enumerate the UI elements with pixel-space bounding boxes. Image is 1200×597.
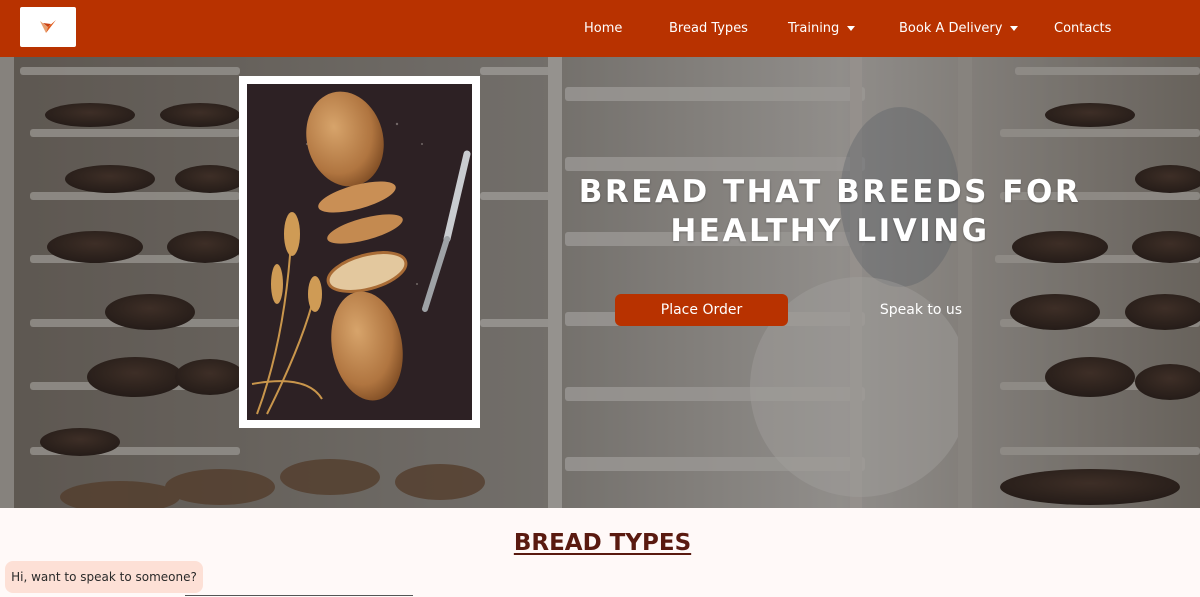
nav-item-training[interactable]: Training: [788, 0, 856, 57]
bread-types-heading: BREAD TYPES: [513, 530, 692, 556]
nav-item-book-a-delivery[interactable]: Book A Delivery: [899, 0, 1019, 57]
bread-photo-frame: [239, 76, 480, 428]
nav-item-home[interactable]: Home: [584, 0, 622, 57]
nav-item-label: Home: [584, 21, 623, 36]
chat-prompt-bubble[interactable]: Hi, want to speak to someone?: [5, 561, 203, 593]
nav-item-label: Contacts: [1054, 21, 1112, 36]
navbar: Home Bread Types Training Book A Deliver…: [0, 0, 1200, 57]
hero-title: BREAD THAT BREEDS FOR HEALTHY LIVING: [560, 173, 1100, 251]
hero-overlay: [0, 57, 1200, 508]
nav-item-bread-types[interactable]: Bread Types: [669, 0, 748, 57]
section-divider: [185, 595, 413, 596]
chevron-down-icon: [847, 26, 856, 31]
bread-loaf-photo: [247, 84, 472, 420]
nav-item-label: Book A Delivery: [899, 21, 1003, 36]
main-nav: Home Bread Types Training Book A Deliver…: [0, 0, 1200, 57]
nav-item-contacts[interactable]: Contacts: [1054, 0, 1111, 57]
place-order-button[interactable]: Place Order: [615, 294, 788, 326]
chat-prompt-text: Hi, want to speak to someone?: [11, 570, 197, 584]
speak-to-us-button[interactable]: Speak to us: [858, 294, 984, 326]
hero-section: BREAD THAT BREEDS FOR HEALTHY LIVING Pla…: [0, 57, 1200, 508]
hero-title-line-2: HEALTHY LIVING: [670, 213, 990, 249]
chevron-down-icon: [1010, 26, 1019, 31]
hero-title-line-1: BREAD THAT BREEDS FOR: [578, 174, 1082, 210]
nav-item-label: Bread Types: [669, 21, 748, 36]
nav-item-label: Training: [788, 21, 840, 36]
